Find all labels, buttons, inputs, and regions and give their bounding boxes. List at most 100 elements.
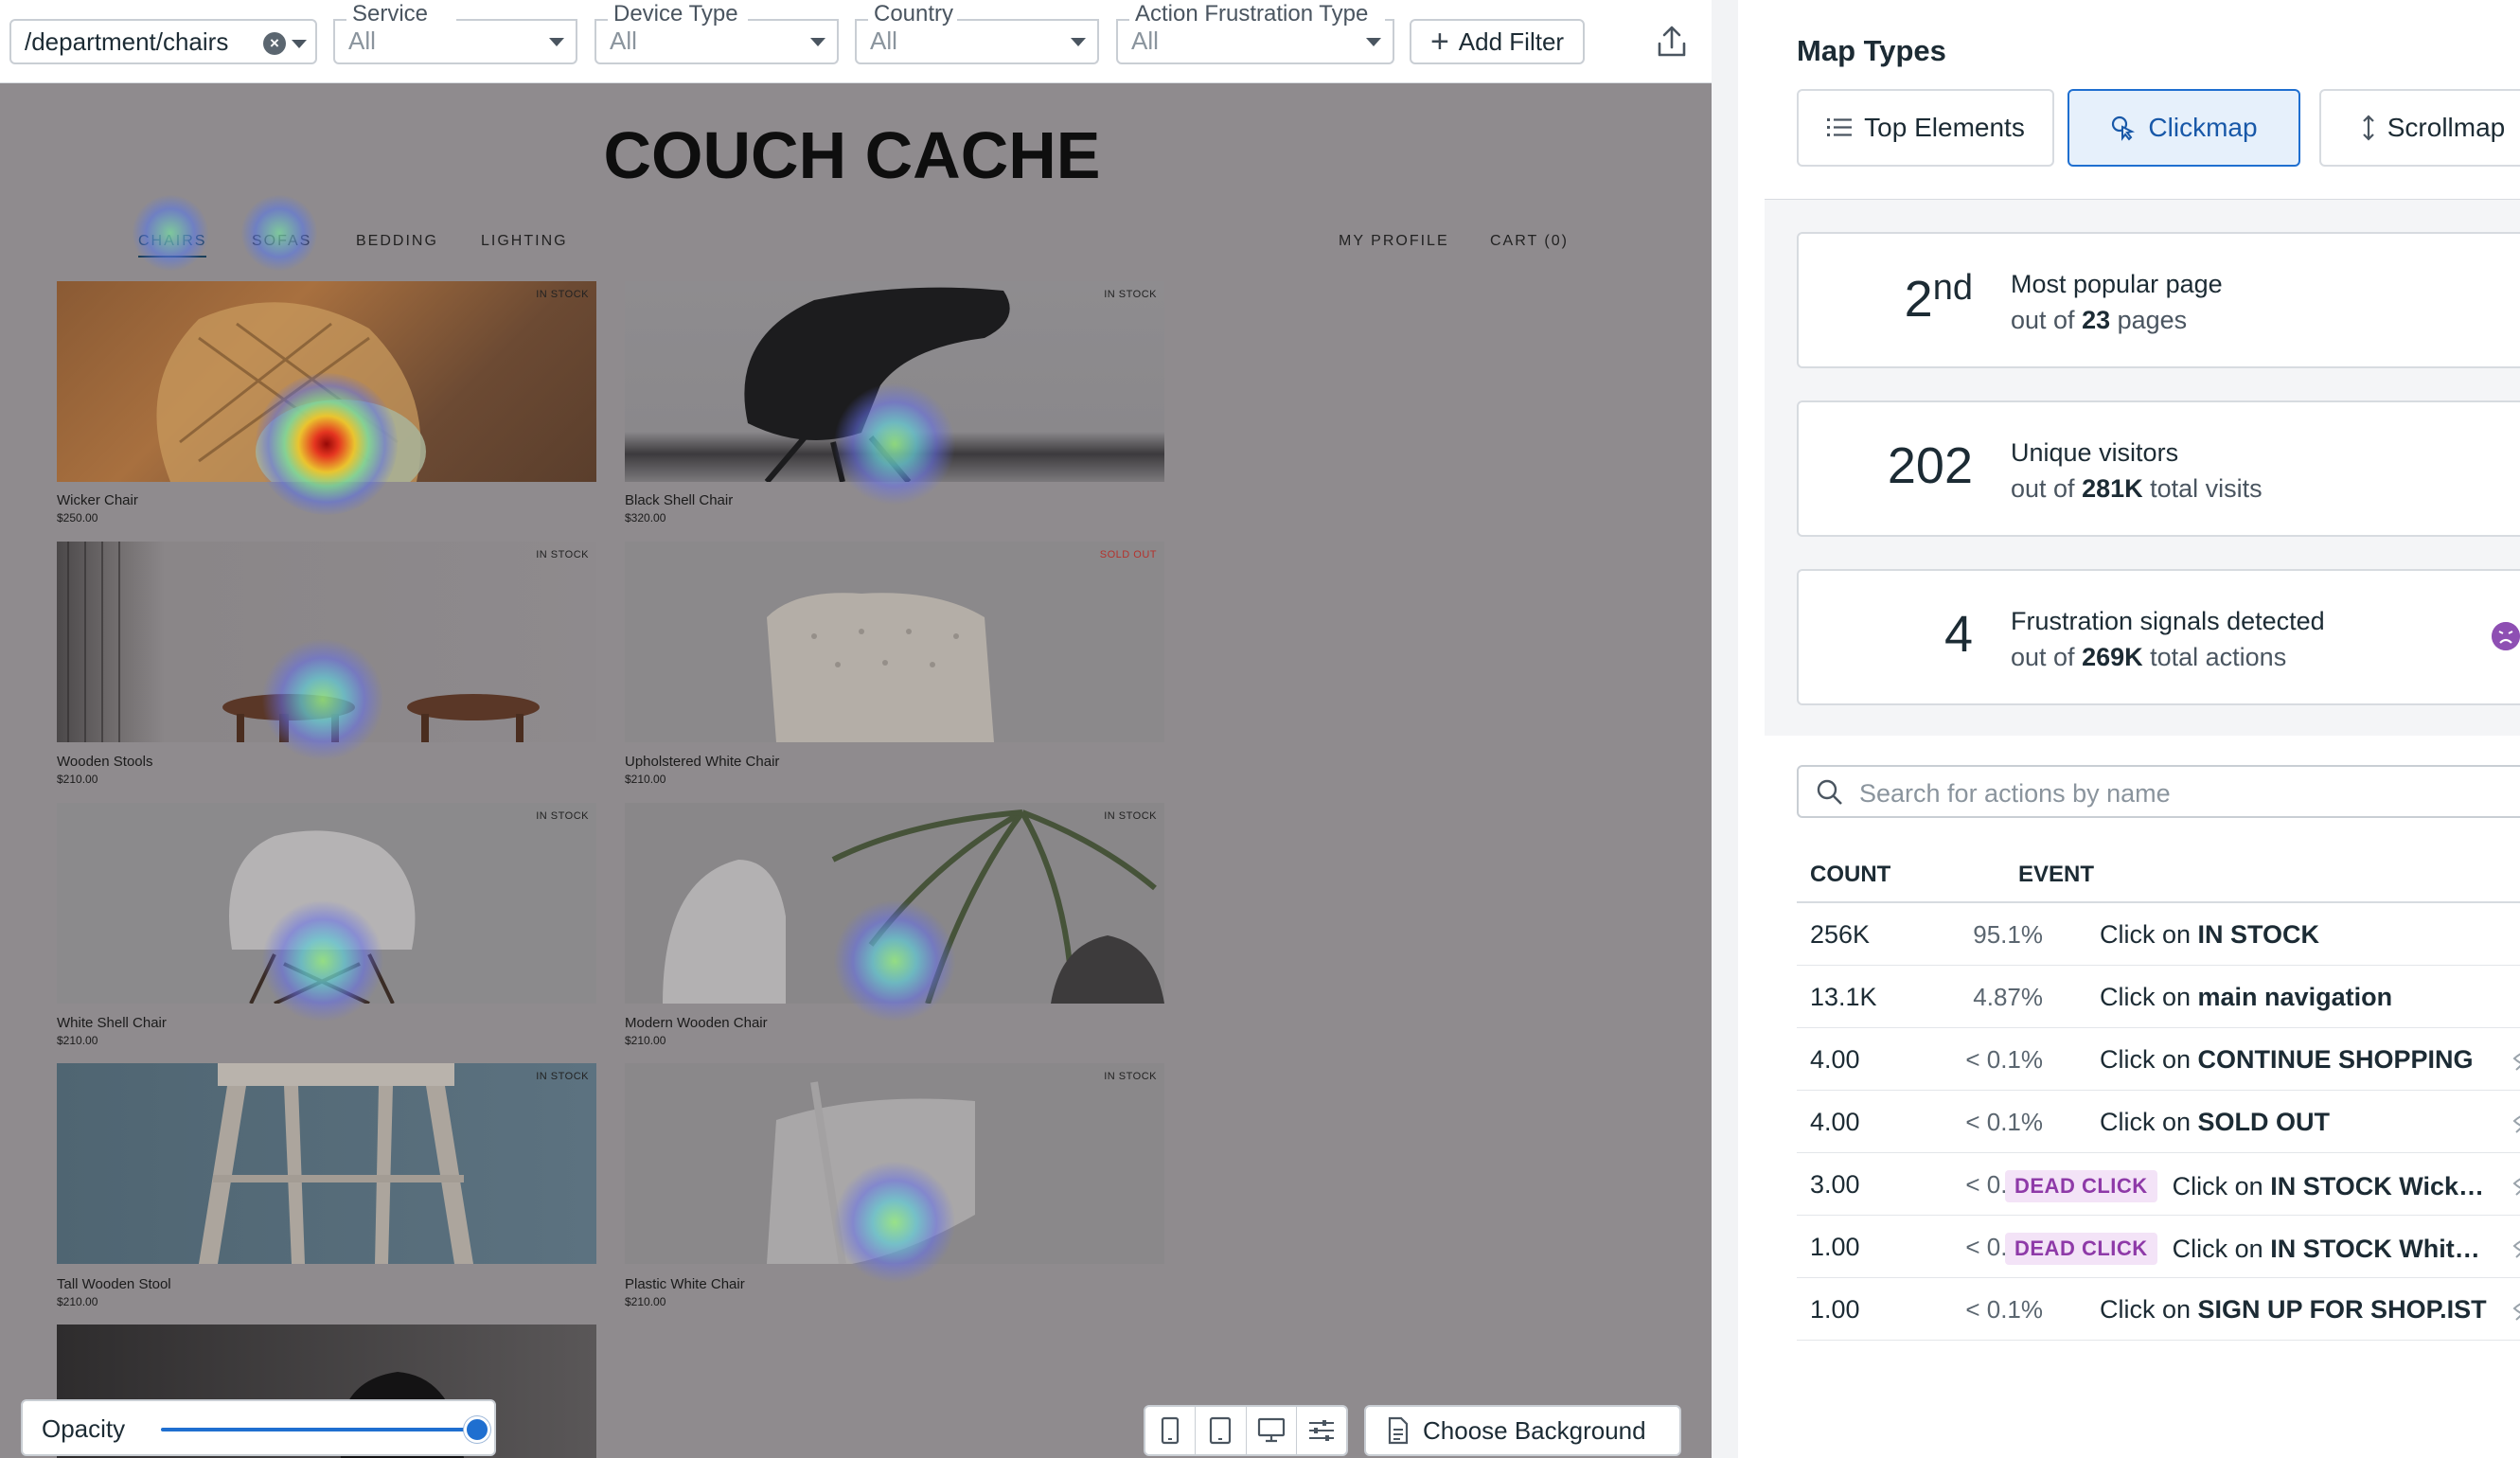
chevron-down-icon bbox=[1366, 38, 1381, 46]
product-price: $210.00 bbox=[625, 773, 666, 786]
country-filter[interactable]: Country All bbox=[855, 2, 1099, 64]
product-price: $210.00 bbox=[625, 1034, 666, 1047]
event-count: 4.00 bbox=[1810, 1045, 1860, 1074]
chevron-down-icon bbox=[1071, 38, 1086, 46]
stat-subtitle: out of 269K total actions bbox=[2011, 643, 2287, 671]
plus-icon: + bbox=[1429, 24, 1449, 60]
tablet-view-button[interactable] bbox=[1196, 1407, 1247, 1454]
filter-bar: /department/chairs × Service All Device … bbox=[0, 0, 1712, 83]
service-filter[interactable]: Service All bbox=[333, 2, 577, 64]
device-type-filter[interactable]: Device Type All bbox=[595, 2, 839, 64]
choose-background-button[interactable]: Choose Background bbox=[1364, 1405, 1681, 1456]
stat-card-popularity: 2nd Most popular page out of 23 pages bbox=[1797, 232, 2520, 368]
product-name: Wicker Chair bbox=[57, 492, 138, 508]
eye-off-icon[interactable] bbox=[2512, 1170, 2520, 1197]
eye-off-icon[interactable] bbox=[2512, 1108, 2520, 1134]
opacity-slider-track[interactable] bbox=[161, 1428, 473, 1431]
column-count[interactable]: COUNT bbox=[1810, 862, 1890, 888]
stat-title: Unique visitors bbox=[2011, 438, 2179, 467]
table-row[interactable]: 256K 95.1% Click on IN STOCK bbox=[1797, 903, 2520, 966]
export-icon[interactable] bbox=[1653, 23, 1691, 61]
product-image-white-shell-chair: IN STOCK bbox=[57, 803, 596, 1004]
event-description: DEAD CLICK Click on IN STOCK Wick… bbox=[2005, 1170, 2484, 1202]
event-count: 1.00 bbox=[1810, 1233, 1860, 1261]
product-name: Upholstered White Chair bbox=[625, 754, 780, 770]
event-description: Click on SOLD OUT bbox=[2100, 1108, 2331, 1136]
table-row[interactable]: 1.00 < 0.1% Click on SIGN UP FOR SHOP.IST bbox=[1797, 1278, 2520, 1341]
panel-title: Map Types bbox=[1797, 34, 1946, 67]
event-percent: < 0.1% bbox=[1965, 1045, 2043, 1074]
product-image-upholstered-white-chair: SOLD OUT bbox=[625, 542, 1164, 742]
stats-section: 2nd Most popular page out of 23 pages 20… bbox=[1765, 200, 2520, 736]
sliders-icon bbox=[1308, 1420, 1334, 1441]
add-filter-button[interactable]: + Add Filter bbox=[1410, 19, 1585, 64]
stat-subtitle: out of 23 pages bbox=[2011, 306, 2188, 334]
device-type-filter-label: Device Type bbox=[610, 2, 742, 27]
event-description: DEAD CLICK Click on IN STOCK Whit… bbox=[2005, 1233, 2480, 1265]
product-image-tall-wooden-stool: IN STOCK bbox=[57, 1063, 596, 1264]
site-nav-my-profile: MY PROFILE bbox=[1339, 233, 1449, 249]
tab-clickmap[interactable]: Clickmap bbox=[2067, 89, 2300, 167]
stat-card-visitors: 202 Unique visitors out of 281K total vi… bbox=[1797, 400, 2520, 537]
stat-value: 2nd bbox=[1904, 268, 1973, 328]
event-count: 4.00 bbox=[1810, 1108, 1860, 1136]
search-actions-input[interactable]: Search for actions by name bbox=[1797, 765, 2520, 818]
product-name: Tall Wooden Stool bbox=[57, 1276, 171, 1292]
tablet-icon bbox=[1210, 1416, 1232, 1445]
dead-click-badge: DEAD CLICK bbox=[2005, 1170, 2157, 1202]
eye-off-icon[interactable] bbox=[2512, 1233, 2520, 1259]
map-panel: Map Types Top Elements Clickmap Scrollma… bbox=[1712, 0, 2520, 1458]
product-price: $250.00 bbox=[57, 511, 98, 525]
action-frustration-filter-value: All bbox=[1131, 27, 1159, 55]
table-row[interactable]: 3.00< 0.1%DEAD CLICKClick on IN STOCK Wi… bbox=[1797, 1153, 2520, 1216]
mobile-icon bbox=[1162, 1416, 1180, 1445]
table-row[interactable]: 4.00 < 0.1% Click on CONTINUE SHOPPING bbox=[1797, 1028, 2520, 1091]
table-row[interactable]: 1.00< 0.1%DEAD CLICKClick on IN STOCK Wh… bbox=[1797, 1216, 2520, 1278]
site-nav-cart: CART (0) bbox=[1490, 233, 1569, 249]
cursor-click-icon bbox=[2112, 116, 2136, 141]
opacity-label: Opacity bbox=[42, 1414, 126, 1443]
stat-title: Frustration signals detected bbox=[2011, 607, 2325, 635]
add-filter-label: Add Filter bbox=[1458, 27, 1565, 56]
stock-badge: IN STOCK bbox=[1104, 1071, 1157, 1082]
product-name: Modern Wooden Chair bbox=[625, 1015, 768, 1031]
stock-badge: SOLD OUT bbox=[1099, 549, 1157, 560]
device-type-filter-value: All bbox=[610, 27, 637, 55]
search-placeholder: Search for actions by name bbox=[1859, 779, 2171, 808]
table-row[interactable]: 4.00 < 0.1% Click on SOLD OUT bbox=[1797, 1091, 2520, 1153]
desktop-view-button[interactable] bbox=[1247, 1407, 1297, 1454]
settings-button[interactable] bbox=[1297, 1407, 1346, 1454]
site-brand: COUCH CACHE bbox=[603, 118, 1101, 192]
stat-value: 4 bbox=[1943, 606, 1973, 663]
mobile-view-button[interactable] bbox=[1145, 1407, 1197, 1454]
stat-value: 202 bbox=[1887, 437, 1973, 494]
stat-title: Most popular page bbox=[2011, 270, 2223, 298]
stat-card-frustration: 4 Frustration signals detected out of 26… bbox=[1797, 569, 2520, 705]
site-nav-bedding: BEDDING bbox=[356, 233, 438, 249]
event-percent: 95.1% bbox=[1973, 920, 2043, 949]
event-count: 13.1K bbox=[1810, 983, 1877, 1011]
opacity-slider-handle[interactable] bbox=[464, 1416, 490, 1443]
chevron-down-icon[interactable] bbox=[292, 40, 307, 48]
vertical-arrows-icon bbox=[2362, 115, 2374, 141]
stock-badge: IN STOCK bbox=[536, 289, 589, 300]
country-filter-label: Country bbox=[870, 2, 958, 27]
clear-icon[interactable]: × bbox=[263, 32, 286, 55]
chevron-down-icon bbox=[810, 38, 825, 46]
heatmap-canvas[interactable]: COUCH CACHE CHAIRS SOFAS BEDDING LIGHTIN… bbox=[0, 83, 1712, 1458]
eye-off-icon[interactable] bbox=[2512, 1045, 2520, 1072]
stock-badge: IN STOCK bbox=[536, 1071, 589, 1082]
page-path-select[interactable]: /department/chairs × bbox=[9, 19, 317, 64]
service-filter-label: Service bbox=[348, 2, 433, 27]
tab-top-elements[interactable]: Top Elements bbox=[1797, 89, 2054, 167]
event-description: Click on SIGN UP FOR SHOP.IST bbox=[2100, 1295, 2487, 1324]
dead-click-badge: DEAD CLICK bbox=[2005, 1233, 2157, 1265]
desktop-icon bbox=[1257, 1417, 1285, 1443]
column-event[interactable]: EVENT bbox=[2018, 862, 2094, 888]
event-percent: 4.87% bbox=[1973, 983, 2043, 1011]
tab-scrollmap[interactable]: Scrollmap bbox=[2319, 89, 2520, 167]
table-row[interactable]: 13.1K 4.87% Click on main navigation bbox=[1797, 966, 2520, 1028]
product-price: $210.00 bbox=[57, 1295, 98, 1308]
eye-off-icon[interactable] bbox=[2512, 1295, 2520, 1322]
action-frustration-filter[interactable]: Action Frustration Type All bbox=[1116, 2, 1394, 64]
